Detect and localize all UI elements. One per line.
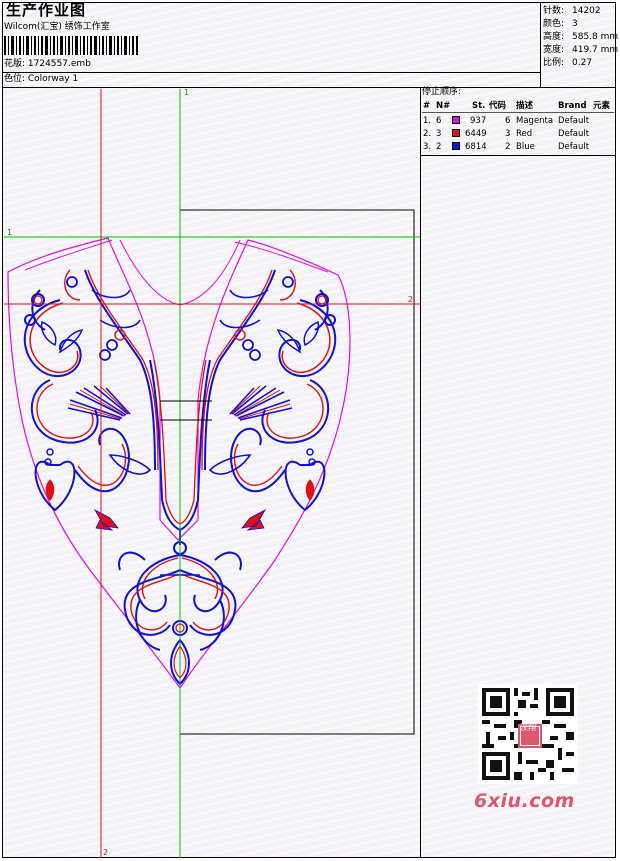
right-motif <box>201 269 337 531</box>
axis-label-red-right: 2 <box>408 295 414 304</box>
watermark-text: 6xiu.com <box>474 790 575 812</box>
yoke-inner <box>24 239 329 273</box>
qr-center-label: 汉翔 <box>520 723 536 732</box>
qr-code <box>478 684 578 784</box>
garment-outline <box>180 209 415 735</box>
axis-label-green-left: 1 <box>7 228 13 237</box>
axis-label-red-bottom: 2 <box>103 848 109 857</box>
axis-label-green-top: 1 <box>184 88 190 97</box>
